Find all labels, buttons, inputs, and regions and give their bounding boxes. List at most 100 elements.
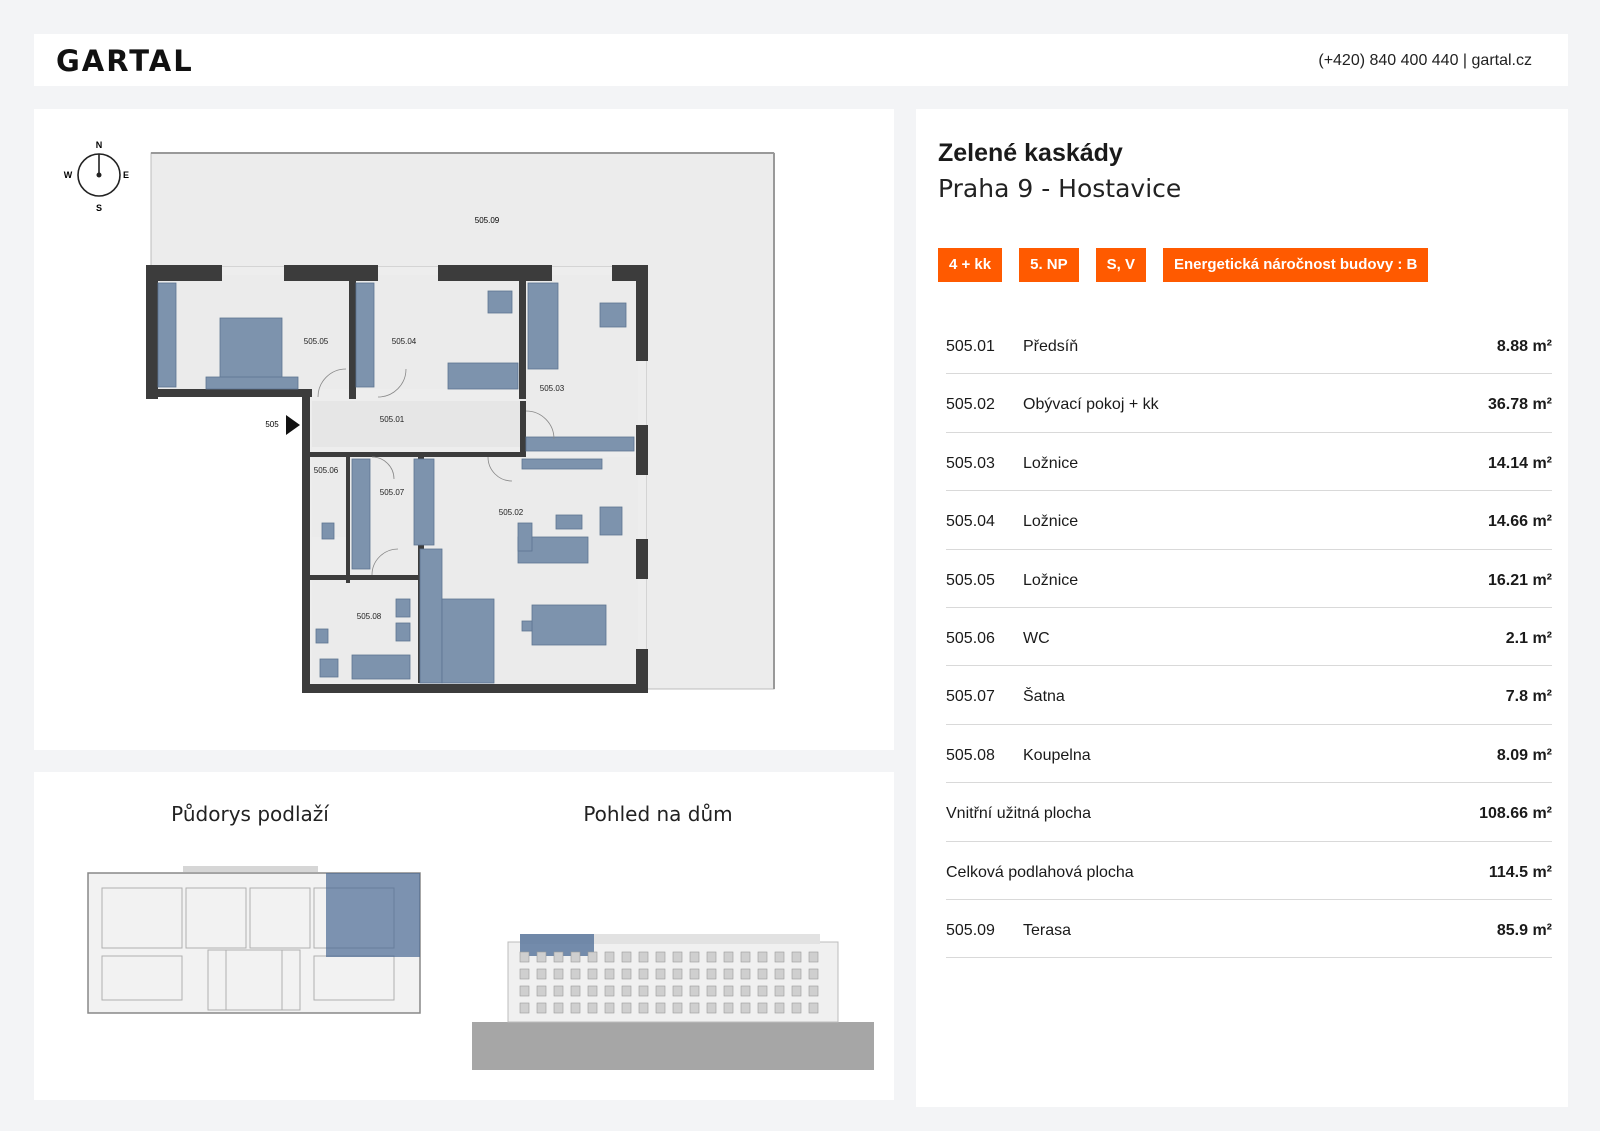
facade-window xyxy=(536,1002,547,1014)
room-code: 505.03 xyxy=(946,454,995,472)
badge-list: 4 + kk 5. NP S, V Energetická náročnost … xyxy=(938,248,1429,282)
room-label-505-08: 505.08 xyxy=(357,612,382,621)
room-name: Ložnice xyxy=(1023,513,1079,531)
room-label-505-07: 505.07 xyxy=(380,488,405,497)
room-area: 16.21 m² xyxy=(1487,571,1552,589)
room-name: Ložnice xyxy=(1023,571,1079,589)
room-code: 505.07 xyxy=(946,688,995,706)
facade-window xyxy=(536,968,547,980)
facade-window xyxy=(553,951,564,963)
entrance-label: 505 xyxy=(265,420,279,429)
facade-window xyxy=(689,1002,700,1014)
facade-window xyxy=(740,951,751,963)
summary-label: Vnitřní užitná plocha xyxy=(946,805,1091,823)
room-row: 505.07 Šatna 7.8 m² xyxy=(946,666,1552,725)
facade-window xyxy=(706,968,717,980)
room-row: 505.03 Ložnice 14.14 m² xyxy=(946,433,1552,492)
facade-window xyxy=(553,968,564,980)
contact-info[interactable]: (+420) 840 400 440 | gartal.cz xyxy=(1318,52,1532,70)
facade-window xyxy=(655,951,666,963)
facade-window xyxy=(638,1002,649,1014)
badge-orientation: S, V xyxy=(1095,248,1146,282)
facade-window xyxy=(791,1002,802,1014)
room-area: 85.9 m² xyxy=(1496,921,1552,939)
compass-s: S xyxy=(96,203,102,213)
room-code: 505.05 xyxy=(946,571,995,589)
facade-window xyxy=(808,985,819,997)
badge-energy: Energetická náročnost budovy : B xyxy=(1163,248,1429,282)
room-row: 505.06 WC 2.1 m² xyxy=(946,608,1552,667)
room-code: 505.09 xyxy=(946,921,995,939)
facade-window xyxy=(757,968,768,980)
facade-window xyxy=(808,1002,819,1014)
room-label-505-06: 505.06 xyxy=(314,466,339,475)
thumbnails-panel: Půdorys podlaží Pohled na dům xyxy=(34,772,894,1100)
summary-area: 114.5 m² xyxy=(1488,863,1552,881)
facade-window xyxy=(655,1002,666,1014)
badge-floor: 5. NP xyxy=(1019,248,1079,282)
info-panel: Zelené kaskády Praha 9 - Hostavice 4 + k… xyxy=(916,109,1568,1107)
summary-label: Celková podlahová plocha xyxy=(946,863,1134,881)
room-name: Terasa xyxy=(1023,921,1072,939)
house-thumbnail-title: Pohled na dům xyxy=(583,802,733,826)
facade-window xyxy=(791,968,802,980)
facade-window xyxy=(604,951,615,963)
facade-window xyxy=(706,1002,717,1014)
apartment-highlight xyxy=(326,873,420,957)
floor-plan: N S E W 505.09 505.05 505.04 505.03 505.… xyxy=(64,140,775,693)
room-name: Ložnice xyxy=(1023,454,1079,472)
facade-window xyxy=(740,985,751,997)
facade-window xyxy=(808,951,819,963)
room-table: 505.01 Předsíň 8.88 m² 505.02 Obývací pokoj… xyxy=(946,316,1552,959)
facade-window xyxy=(519,951,530,963)
facade-window xyxy=(655,985,666,997)
facade-window xyxy=(672,985,683,997)
room-name: Obývací pokoj + kk xyxy=(1023,396,1159,414)
facade-window xyxy=(757,985,768,997)
facade-window xyxy=(740,1002,751,1014)
room-code: 505.06 xyxy=(946,629,995,647)
room-row: 505.08 Koupelna 8.09 m² xyxy=(946,725,1552,784)
header: GARTAL (+420) 840 400 440 | gartal.cz xyxy=(34,34,1568,86)
room-label-505-03: 505.03 xyxy=(540,384,565,393)
house-thumbnail[interactable] xyxy=(472,928,874,1072)
floor-thumbnail[interactable] xyxy=(86,866,426,1016)
floor-plan-panel: N S E W 505.09 505.05 505.04 505.03 505.… xyxy=(34,109,894,750)
room-row: 505.05 Ložnice 16.21 m² xyxy=(946,550,1552,608)
floor-thumbnail-title: Půdorys podlaží xyxy=(171,802,329,826)
room-label-505-02: 505.02 xyxy=(499,508,524,517)
facade-window xyxy=(723,951,734,963)
room-row: 505.09 Terasa 85.9 m² xyxy=(946,900,1552,959)
facade-window xyxy=(604,968,615,980)
facade-window xyxy=(689,951,700,963)
facade-window xyxy=(808,968,819,980)
facade-window xyxy=(621,1002,632,1014)
facade-window xyxy=(672,951,683,963)
room-label-505-09: 505.09 xyxy=(475,216,500,225)
facade-window xyxy=(672,1002,683,1014)
facade-window xyxy=(672,968,683,980)
facade-window xyxy=(536,985,547,997)
facade-window xyxy=(536,951,547,963)
facade-window xyxy=(604,985,615,997)
facade-window xyxy=(587,985,598,997)
room-name: Koupelna xyxy=(1023,746,1091,764)
room-area: 8.88 m² xyxy=(1496,338,1552,355)
room-row: 505.02 Obývací pokoj + kk 36.78 m² xyxy=(946,374,1552,433)
facade-window xyxy=(791,985,802,997)
facade-window xyxy=(774,951,785,963)
facade-window xyxy=(621,968,632,980)
facade-window xyxy=(774,968,785,980)
room-area: 8.09 m² xyxy=(1496,746,1552,764)
badge-layout: 4 + kk xyxy=(938,248,1003,282)
facade-window xyxy=(638,968,649,980)
room-area: 14.14 m² xyxy=(1487,454,1552,472)
room-name: WC xyxy=(1023,629,1050,647)
compass-n: N xyxy=(96,140,103,150)
compass-w: W xyxy=(64,170,73,180)
facade-window xyxy=(774,1002,785,1014)
logo[interactable]: GARTAL xyxy=(56,44,194,78)
summary-row-interior: Vnitřní užitná plocha 108.66 m² xyxy=(946,783,1552,842)
facade-window xyxy=(723,968,734,980)
facade-window xyxy=(638,951,649,963)
